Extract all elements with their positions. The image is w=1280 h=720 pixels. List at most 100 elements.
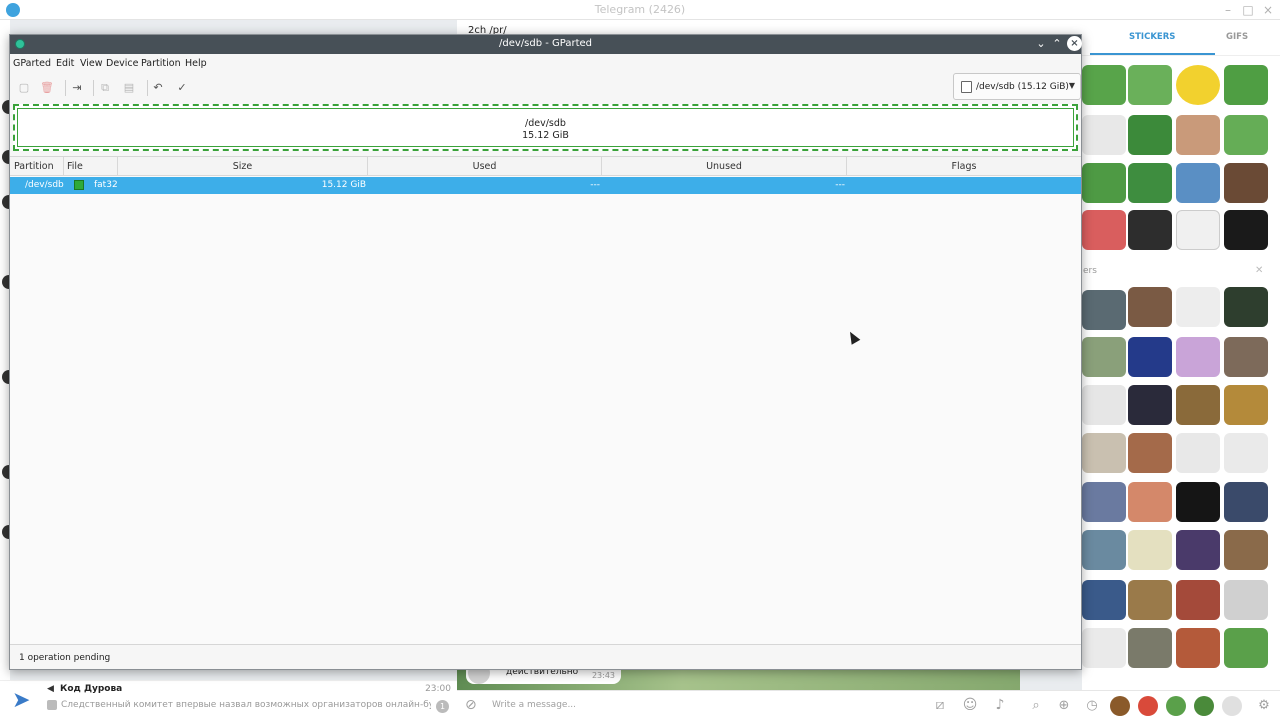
disk-graphic[interactable]: /dev/sdb 15.12 GiB	[13, 104, 1078, 151]
sticker[interactable]	[1128, 337, 1172, 377]
sticker[interactable]	[1176, 163, 1220, 203]
close-icon[interactable]: ×	[1067, 36, 1082, 51]
list-item[interactable]: ➤ ◀ Код Дурова 23:00 Следственный комите…	[0, 680, 457, 720]
sticker[interactable]	[1176, 65, 1220, 105]
column-used[interactable]: Used	[368, 157, 602, 176]
message-input[interactable]: Write a message...	[492, 700, 576, 710]
sticker[interactable]	[1082, 163, 1126, 203]
menu-view[interactable]: View	[80, 58, 103, 69]
search-icon[interactable]: ⌕	[1026, 696, 1046, 716]
sticker[interactable]	[1224, 482, 1268, 522]
sticker-pack-icon[interactable]	[1194, 696, 1214, 716]
tab-stickers[interactable]: STICKERS	[1129, 32, 1175, 42]
sticker[interactable]	[1176, 482, 1220, 522]
menu-partition[interactable]: Partition	[141, 58, 181, 69]
sticker[interactable]	[1128, 580, 1172, 620]
apply-checkmark-icon[interactable]: ✓	[173, 79, 191, 97]
attach-icon[interactable]: ⊘	[465, 697, 477, 713]
close-icon[interactable]: ✕	[1255, 265, 1263, 276]
sticker-pack-icon[interactable]	[1110, 696, 1130, 716]
sticker[interactable]	[1224, 433, 1268, 473]
column-size[interactable]: Size	[118, 157, 368, 176]
menu-edit[interactable]: Edit	[56, 58, 74, 69]
sticker[interactable]	[1082, 580, 1126, 620]
delete-partition-icon[interactable]: 🗑	[38, 79, 56, 97]
sticker[interactable]	[1224, 337, 1268, 377]
column-filesystem[interactable]: File System	[64, 157, 118, 191]
sticker-pack-icon[interactable]	[1138, 696, 1158, 716]
undo-icon[interactable]: ↶	[149, 79, 167, 97]
sticker[interactable]	[1128, 433, 1172, 473]
sticker[interactable]	[1176, 287, 1220, 327]
sticker[interactable]	[1176, 115, 1220, 155]
sticker[interactable]	[1082, 65, 1126, 105]
chevron-down-icon: ▼	[1068, 81, 1075, 90]
settings-gear-icon[interactable]: ⚙	[1254, 696, 1274, 716]
menu-gparted[interactable]: GParted	[13, 58, 51, 69]
gparted-titlebar[interactable]: /dev/sdb - GParted ⌄ ⌃ ×	[10, 35, 1082, 54]
sticker[interactable]	[1082, 628, 1126, 668]
sticker[interactable]	[1082, 337, 1126, 377]
sticker[interactable]	[1128, 210, 1172, 250]
sticker[interactable]	[1082, 210, 1126, 250]
emoji-icon[interactable]: ☺	[961, 696, 979, 714]
sticker[interactable]	[1224, 628, 1268, 668]
chevron-down-icon[interactable]: ⌄	[1034, 37, 1048, 51]
column-partition[interactable]: Partition	[10, 157, 64, 176]
close-icon[interactable]: ×	[1260, 2, 1276, 18]
sticker[interactable]	[1224, 287, 1268, 327]
sticker-pack-icon[interactable]	[1222, 696, 1242, 716]
sticker[interactable]	[1128, 115, 1172, 155]
menu-help[interactable]: Help	[185, 58, 207, 69]
sticker[interactable]	[1128, 628, 1172, 668]
device-selector[interactable]: /dev/sdb (15.12 GiB) ▼	[953, 73, 1081, 100]
sticker[interactable]	[1176, 580, 1220, 620]
sticker[interactable]	[1082, 482, 1126, 522]
chat-preview: Следственный комитет впервые назвал возм…	[61, 700, 431, 710]
sticker[interactable]	[1128, 385, 1172, 425]
sticker[interactable]	[1176, 433, 1220, 473]
sticker[interactable]	[1224, 530, 1268, 570]
sticker[interactable]	[1082, 115, 1126, 155]
filesystem-color-swatch	[74, 180, 84, 190]
sticker[interactable]	[1224, 115, 1268, 155]
sticker[interactable]	[1082, 433, 1126, 473]
sticker[interactable]	[1224, 163, 1268, 203]
microphone-icon[interactable]: ♪	[991, 696, 1009, 714]
sticker[interactable]	[1128, 163, 1172, 203]
paste-icon[interactable]: ▤	[120, 79, 138, 97]
sticker[interactable]	[1176, 337, 1220, 377]
pending-operations-status[interactable]: 1 operation pending	[19, 653, 110, 663]
column-flags[interactable]: Flags	[847, 157, 1081, 176]
sticker[interactable]	[1128, 530, 1172, 570]
sticker[interactable]	[1082, 290, 1126, 330]
column-unused[interactable]: Unused	[602, 157, 847, 176]
menu-device[interactable]: Device	[106, 58, 139, 69]
tab-gifs[interactable]: GIFS	[1226, 32, 1248, 42]
add-icon[interactable]: ⊕	[1054, 696, 1074, 716]
command-icon[interactable]: ⧄	[931, 696, 949, 714]
sticker[interactable]	[1128, 482, 1172, 522]
table-row[interactable]: /dev/sdb fat32 15.12 GiB --- ---	[10, 177, 1081, 194]
sticker[interactable]	[1128, 65, 1172, 105]
sticker[interactable]	[1176, 628, 1220, 668]
sticker[interactable]	[1082, 385, 1126, 425]
sticker[interactable]	[1224, 580, 1268, 620]
minimize-icon[interactable]: –	[1220, 2, 1236, 18]
sticker[interactable]	[1082, 530, 1126, 570]
sticker[interactable]	[1176, 530, 1220, 570]
copy-icon[interactable]: ⧉	[96, 79, 114, 97]
sticker[interactable]	[1224, 210, 1268, 250]
sticker[interactable]	[1176, 210, 1220, 250]
sticker[interactable]	[1128, 287, 1172, 327]
cell-partition: /dev/sdb	[25, 180, 64, 190]
maximize-icon[interactable]: □	[1240, 2, 1256, 18]
sticker[interactable]	[1224, 385, 1268, 425]
recent-icon[interactable]: ◷	[1082, 696, 1102, 716]
sticker[interactable]	[1224, 65, 1268, 105]
sticker[interactable]	[1176, 385, 1220, 425]
resize-move-icon[interactable]: ⇥	[68, 79, 86, 97]
chevron-up-icon[interactable]: ⌃	[1050, 37, 1064, 51]
sticker-pack-icon[interactable]	[1166, 696, 1186, 716]
new-partition-icon[interactable]: ▢	[15, 79, 33, 97]
